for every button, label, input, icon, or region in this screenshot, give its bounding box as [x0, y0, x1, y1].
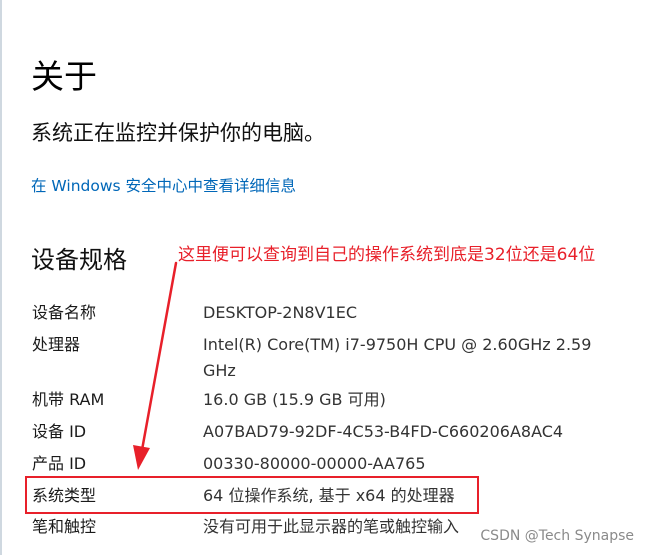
watermark: CSDN @Tech Synapse [480, 528, 634, 544]
annotation-arrow-icon [133, 261, 178, 470]
